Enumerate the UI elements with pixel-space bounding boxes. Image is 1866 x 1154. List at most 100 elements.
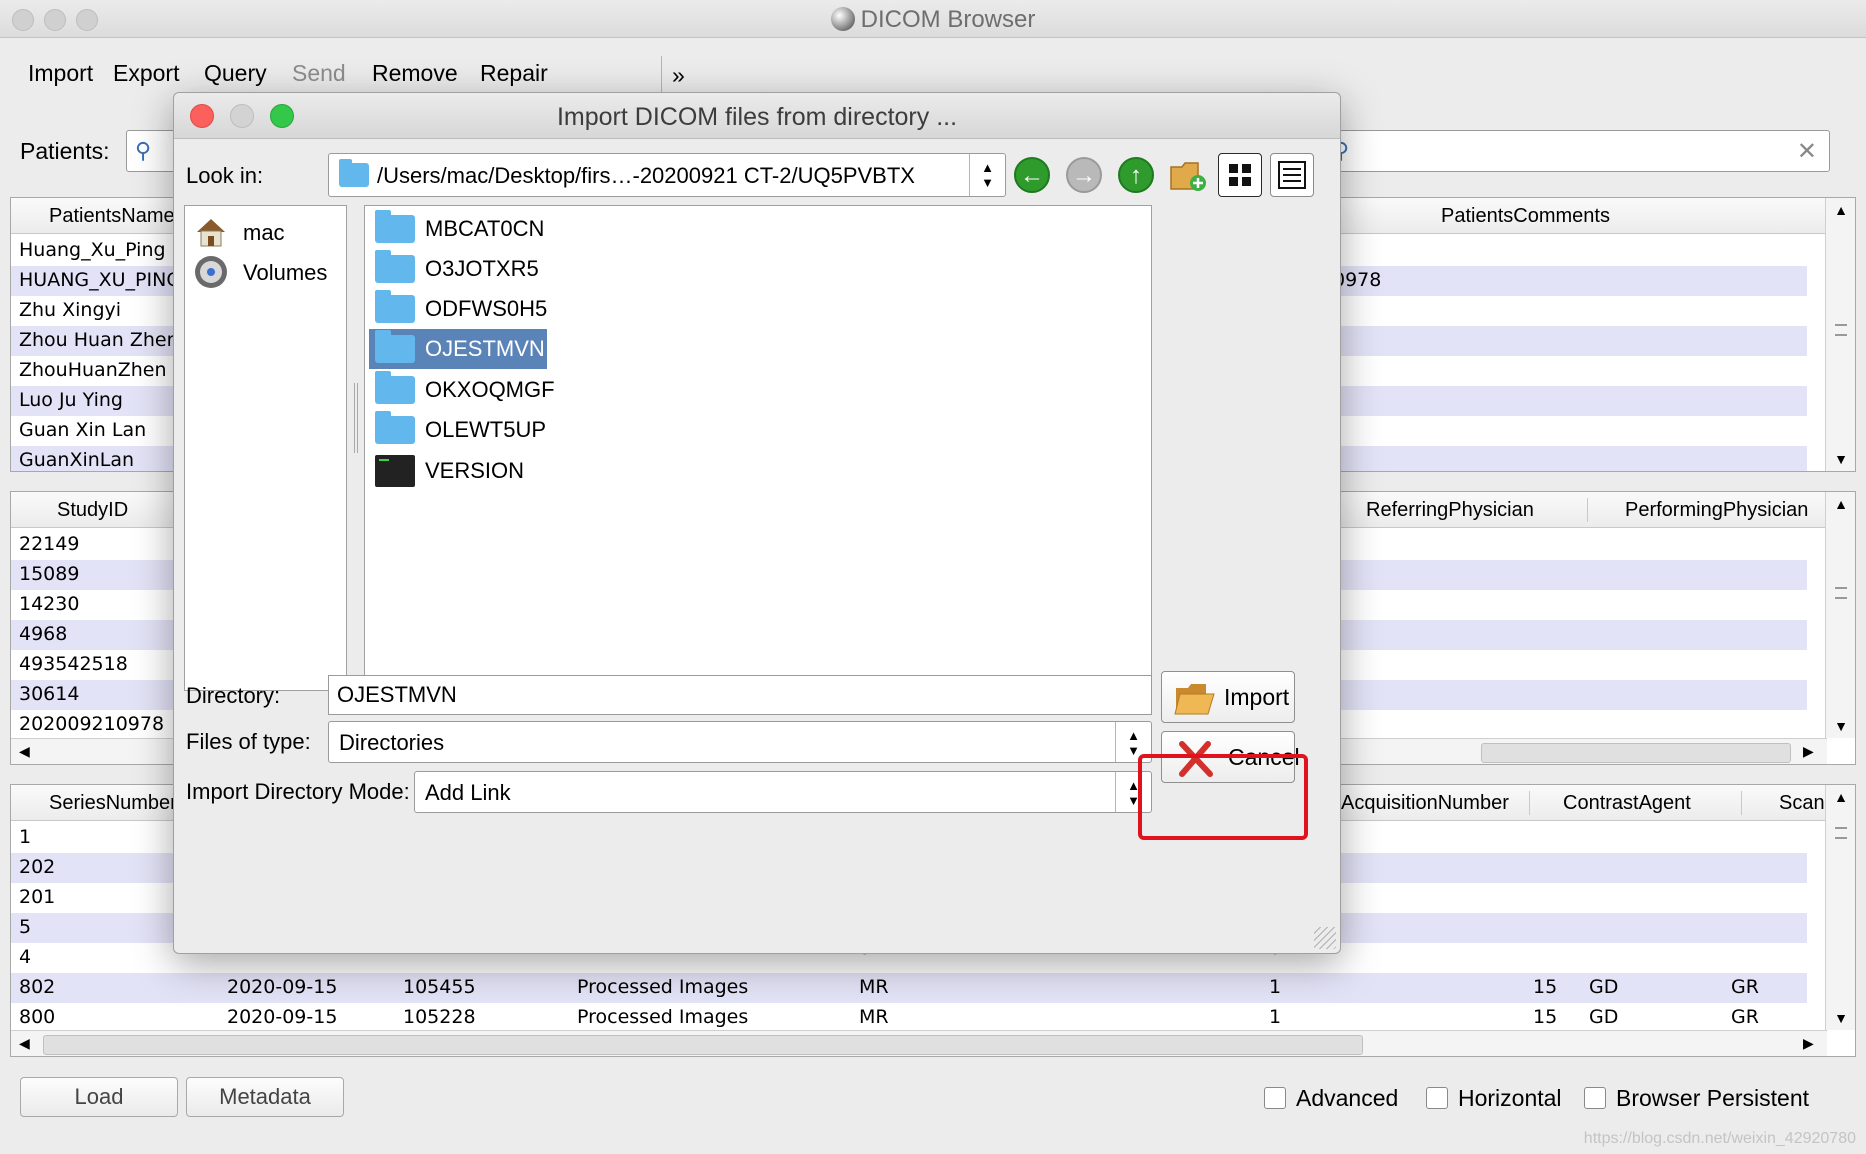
scroll-grip-icon[interactable]	[1835, 827, 1847, 839]
metadata-button[interactable]: Metadata	[186, 1077, 344, 1117]
volume-icon	[195, 256, 227, 288]
scroll-right-icon[interactable]: ▶	[1803, 743, 1814, 760]
list-item[interactable]: ODFWS0H5	[369, 289, 547, 329]
horizontal-checkbox[interactable]: Horizontal	[1426, 1085, 1562, 1112]
folder-icon	[375, 411, 415, 444]
list-item[interactable]: VERSION	[369, 451, 547, 491]
column-separator	[1741, 791, 1742, 815]
icon-view-button[interactable]	[1218, 153, 1262, 197]
scroll-down-icon[interactable]: ▼	[1826, 1010, 1855, 1026]
import-highlight-box	[1138, 754, 1308, 840]
column-header[interactable]: ContrastAgent	[1563, 792, 1691, 815]
look-in-label: Look in:	[186, 163, 264, 188]
scroll-thumb[interactable]	[43, 1035, 1363, 1055]
checkbox-box[interactable]	[1584, 1087, 1606, 1109]
patients-label: Patients:	[20, 138, 110, 164]
load-button[interactable]: Load	[20, 1077, 178, 1117]
vertical-scrollbar[interactable]: ▲ ▼	[1825, 785, 1855, 1030]
scroll-up-icon[interactable]: ▲	[1826, 202, 1855, 218]
places-panel: mac Volumes	[184, 205, 347, 691]
window-titlebar: DICOM Browser	[0, 0, 1866, 38]
scroll-down-icon[interactable]: ▼	[1826, 451, 1855, 467]
splitter-handle[interactable]	[354, 383, 358, 453]
table-row[interactable]: 800 2020-09-15 105228 Processed Images M…	[11, 1003, 1807, 1033]
folder-icon	[375, 210, 415, 243]
stepper-icon[interactable]: ▲ ▼	[969, 154, 1005, 196]
watermark-text: https://blog.csdn.net/weixin_42920780	[1583, 1130, 1856, 1147]
repair-menu-button[interactable]: Repair	[480, 60, 548, 87]
column-header[interactable]: PerformingPhysician	[1625, 499, 1808, 522]
column-header[interactable]: StudyID	[57, 499, 128, 522]
place-item-mac[interactable]: mac	[193, 214, 343, 252]
new-folder-icon	[1170, 162, 1206, 191]
toolbar-separator	[661, 56, 662, 96]
column-header[interactable]: PatientsComments	[1441, 205, 1610, 228]
dialog-title: Import DICOM files from directory ...	[556, 103, 958, 131]
query-menu-button[interactable]: Query	[204, 60, 267, 87]
files-of-type-label: Files of type:	[186, 729, 311, 754]
clear-search-icon[interactable]: ✕	[1797, 137, 1817, 166]
table-row[interactable]: 802 2020-09-15 105455 Processed Images M…	[11, 973, 1807, 1003]
checkbox-box[interactable]	[1426, 1087, 1448, 1109]
forward-button[interactable]: →	[1064, 155, 1104, 195]
files-of-type-select[interactable]: Directories ▲ ▼	[328, 721, 1152, 763]
column-header[interactable]: ReferringPhysician	[1366, 499, 1534, 522]
scroll-up-icon[interactable]: ▲	[1826, 496, 1855, 512]
export-menu-button[interactable]: Export	[113, 60, 179, 87]
column-header[interactable]: SeriesNumber	[49, 792, 177, 815]
column-separator	[1587, 498, 1588, 522]
back-button[interactable]: ←	[1012, 155, 1052, 195]
dialog-titlebar: Import DICOM files from directory ...	[174, 93, 1340, 139]
search-icon: ⚲	[135, 138, 152, 163]
list-item[interactable]: OJESTMVN	[369, 329, 547, 369]
folder-icon	[375, 250, 415, 283]
folder-icon	[375, 330, 415, 363]
column-header[interactable]: Scan	[1779, 792, 1825, 815]
list-view-button[interactable]	[1270, 153, 1314, 197]
checkbox-box[interactable]	[1264, 1087, 1286, 1109]
scroll-grip-icon[interactable]	[1835, 587, 1847, 599]
file-list: MBCAT0CN O3JOTXR5 ODFWS0H5 OJESTMVN OKXO…	[364, 205, 1152, 691]
up-folder-button[interactable]: ↑	[1116, 155, 1156, 195]
horizontal-scrollbar[interactable]: ◀ ▶	[11, 1030, 1827, 1056]
column-header[interactable]: PatientsName	[49, 205, 175, 228]
import-mode-select[interactable]: Add Link ▲ ▼	[414, 771, 1152, 813]
scroll-right-icon[interactable]: ▶	[1803, 1035, 1814, 1052]
column-header[interactable]: AcquisitionNumber	[1341, 792, 1509, 815]
new-folder-button[interactable]	[1168, 155, 1208, 195]
app-icon	[830, 7, 855, 31]
vertical-scrollbar[interactable]: ▲ ▼	[1825, 492, 1855, 738]
import-button[interactable]: Import	[1161, 671, 1295, 723]
vertical-scrollbar[interactable]: ▲ ▼	[1825, 198, 1855, 471]
list-item[interactable]: OKXOQMGF	[369, 370, 555, 410]
up-arrow-icon: ↑	[1118, 157, 1154, 193]
advanced-checkbox[interactable]: Advanced	[1264, 1085, 1398, 1112]
remove-menu-button[interactable]: Remove	[372, 60, 458, 87]
place-item-volumes[interactable]: Volumes	[193, 254, 343, 292]
folder-icon	[375, 290, 415, 323]
send-menu-button[interactable]: Send	[292, 60, 346, 87]
patients-filter-input[interactable]: ⚲ ✕	[1330, 130, 1830, 172]
more-toolbar-button[interactable]: »	[672, 62, 685, 89]
scroll-up-icon[interactable]: ▲	[1826, 789, 1855, 805]
scroll-left-icon[interactable]: ◀	[19, 743, 30, 760]
look-in-combo[interactable]: /Users/mac/Desktop/firs…-20200921 CT-2/U…	[328, 153, 1006, 197]
open-folder-icon	[1174, 684, 1215, 715]
scroll-grip-icon[interactable]	[1835, 324, 1847, 336]
home-icon	[197, 219, 225, 247]
list-item[interactable]: OLEWT5UP	[369, 410, 547, 450]
list-item[interactable]: MBCAT0CN	[369, 209, 547, 249]
directory-label: Directory:	[186, 683, 281, 708]
scroll-down-icon[interactable]: ▼	[1826, 718, 1855, 734]
scroll-thumb[interactable]	[1481, 743, 1791, 763]
import-menu-button[interactable]: Import	[28, 60, 93, 87]
import-mode-label: Import Directory Mode:	[186, 779, 410, 804]
resize-grip-icon[interactable]	[1314, 927, 1336, 949]
browser-persistent-checkbox[interactable]: Browser Persistent	[1584, 1085, 1809, 1112]
directory-input[interactable]	[328, 675, 1152, 715]
directory-field[interactable]	[329, 676, 1151, 714]
scroll-left-icon[interactable]: ◀	[19, 1035, 30, 1052]
list-view-icon	[1278, 161, 1306, 189]
back-arrow-icon: ←	[1014, 157, 1050, 193]
list-item[interactable]: O3JOTXR5	[369, 249, 547, 289]
